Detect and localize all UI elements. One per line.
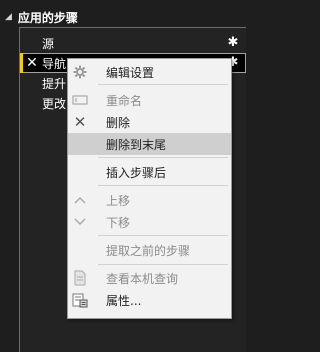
- menu-item-move-down[interactable]: 下移: [68, 211, 231, 233]
- menu-item-edit-settings[interactable]: 编辑设置: [68, 61, 231, 83]
- menu-item-label: 上移: [106, 193, 131, 208]
- menu-separator: [98, 235, 228, 236]
- step-label: 提升: [42, 76, 67, 91]
- gear-icon[interactable]: ✱: [226, 36, 240, 50]
- menu-separator: [98, 185, 228, 186]
- triangle-down-icon[interactable]: ◢: [5, 12, 12, 22]
- menu-item-label: 删除到末尾: [106, 137, 167, 152]
- menu-item-properties[interactable]: 属性...: [68, 289, 231, 311]
- menu-item-move-up[interactable]: 上移: [68, 189, 231, 211]
- arrow-down-icon: [72, 214, 88, 230]
- menu-separator: [98, 264, 228, 265]
- step-label: 导航: [42, 56, 67, 71]
- menu-item-label: 删除: [106, 115, 131, 130]
- menu-item-rename[interactable]: 重命名: [68, 89, 231, 111]
- menu-item-label: 查看本机查询: [106, 271, 179, 286]
- step-label: 更改: [42, 96, 67, 111]
- applied-steps-pane: ◢ 应用的步骤 源 ✱ ✕ 导航 ✱ 提升 更改 编辑设置 重命名 ✕ 删除 删…: [0, 0, 247, 352]
- menu-item-label: 重命名: [106, 93, 143, 108]
- step-label: 源: [42, 36, 55, 51]
- applied-steps-title: 应用的步骤: [17, 10, 78, 25]
- menu-item-insert-step-after[interactable]: 插入步骤后: [68, 161, 231, 183]
- arrow-up-icon: [72, 192, 88, 208]
- step-source[interactable]: 源 ✱: [20, 33, 246, 53]
- applied-steps-header[interactable]: ◢ 应用的步骤: [5, 8, 78, 26]
- menu-item-view-native-query[interactable]: 查看本机查询: [68, 267, 231, 289]
- delete-x-icon: ✕: [73, 113, 87, 131]
- menu-separator: [98, 157, 228, 158]
- context-menu: 编辑设置 重命名 ✕ 删除 删除到末尾 插入步骤后 上移 下移 提取之前的步骤 …: [67, 58, 232, 319]
- menu-item-label: 编辑设置: [106, 65, 155, 80]
- menu-item-label: 提取之前的步骤: [106, 243, 191, 258]
- menu-item-label: 属性...: [106, 293, 142, 308]
- gear-icon: [72, 64, 88, 80]
- menu-item-label: 插入步骤后: [106, 165, 167, 180]
- query-doc-icon: [72, 270, 88, 286]
- delete-step-icon[interactable]: ✕: [25, 53, 39, 73]
- menu-item-delete-until-end[interactable]: 删除到末尾: [68, 133, 231, 155]
- rename-icon: [72, 92, 88, 108]
- menu-item-delete[interactable]: ✕ 删除: [68, 111, 231, 133]
- properties-icon: [72, 292, 88, 308]
- menu-item-extract-previous[interactable]: 提取之前的步骤: [68, 239, 231, 261]
- menu-item-label: 下移: [106, 215, 131, 230]
- menu-separator: [98, 84, 228, 85]
